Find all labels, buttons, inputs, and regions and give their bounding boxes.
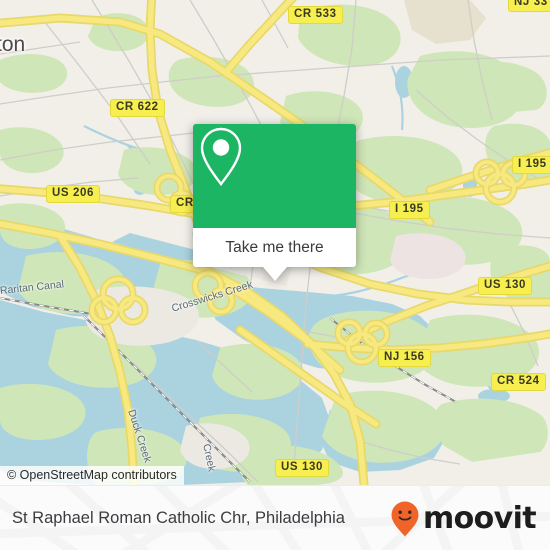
highway-shield-us-130-south[interactable]: US 130 [275,459,329,477]
popup-tail [262,267,287,281]
moovit-smiley-pin-icon [391,501,419,536]
map-label-city: ton [0,33,26,56]
popup-marker-area [193,124,356,228]
highway-shield-nj-33[interactable]: NJ 33 [508,0,550,12]
highway-shield-i-195-east[interactable]: I 195 [512,156,550,174]
location-title: St Raphael Roman Catholic Chr, Philadelp… [12,509,345,527]
take-me-there-label: Take me there [225,238,324,256]
highway-shield-i-195-center[interactable]: I 195 [389,201,430,219]
highway-shield-cr-524[interactable]: CR 524 [491,373,546,391]
map-pin-icon [200,127,242,186]
footer-bar: St Raphael Roman Catholic Chr, Philadelp… [0,485,550,550]
moovit-wordmark: moovit [422,500,537,536]
moovit-brand[interactable]: moovit [390,486,537,550]
map-canvas[interactable]: ton Raritan Canal Crosswicks Creek Duck … [0,0,550,485]
highway-shield-us-130-east[interactable]: US 130 [478,277,532,295]
highway-shield-us-206[interactable]: US 206 [46,185,100,203]
popup-action-area[interactable]: Take me there [193,228,356,267]
highway-shield-nj-156[interactable]: NJ 156 [378,349,431,367]
take-me-there-popup[interactable]: Take me there [193,124,356,281]
highway-shield-cr-533[interactable]: CR 533 [288,6,343,24]
highway-shield-cr-622[interactable]: CR 622 [110,99,165,117]
osm-attribution[interactable]: © OpenStreetMap contributors [0,466,184,485]
moovit-map-screenshot: ton Raritan Canal Crosswicks Creek Duck … [0,0,550,550]
